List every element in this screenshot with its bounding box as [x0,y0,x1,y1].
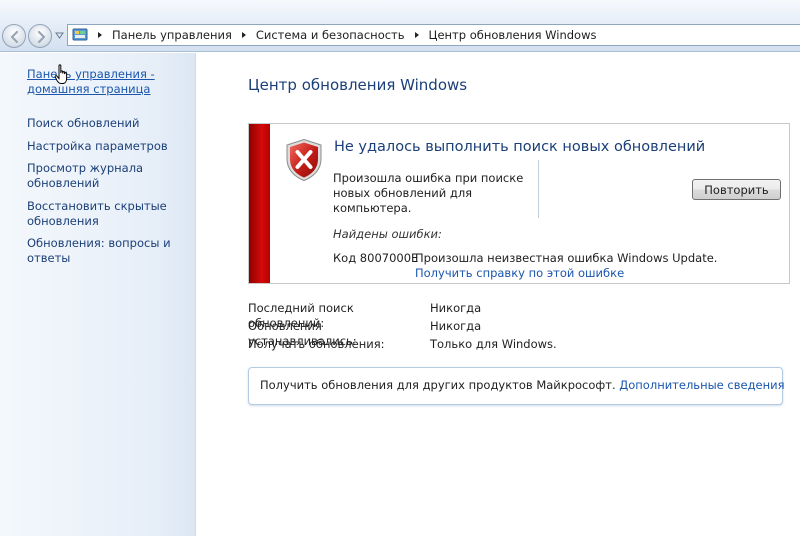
status-value: Никогда [430,301,482,315]
breadcrumb-system-security[interactable]: Система и безопасность [256,28,405,42]
sidebar-item-faq[interactable]: Обновления: вопросы и ответы [27,236,187,266]
other-products-info: Получить обновления для других продуктов… [248,367,785,405]
forward-arrow-icon [37,30,46,44]
status-value: Только для Windows. [430,337,557,351]
sidebar-item-view-history[interactable]: Просмотр журнала обновлений [27,161,187,191]
info-text: Получить обновления для других продуктов… [260,378,616,392]
status-label: Обновления устанавливались: [248,319,357,348]
error-shield-icon [286,138,322,182]
divider [538,160,539,218]
error-stripe [249,124,270,283]
error-description: Произошла ошибка при поиске новых обновл… [333,171,524,215]
update-status: Последний поиск обновлений: Никогда Обно… [248,301,557,355]
sidebar-item-check-updates[interactable]: Поиск обновлений [27,116,187,131]
sidebar-item-restore-hidden[interactable]: Восстановить скрытые обновления [27,199,187,229]
back-arrow-icon [10,30,19,44]
sidebar: Панель управления - домашняя страница По… [0,53,196,536]
error-code: Код 8007000E [333,251,419,265]
errors-found-label: Найдены ошибки: [333,227,442,241]
breadcrumb-arrow-icon[interactable] [413,31,421,39]
forward-button[interactable] [28,24,52,48]
status-label: Последний поиск обновлений: [248,301,354,330]
navigation-bar: Панель управления Система и безопасность… [0,0,800,52]
sidebar-item-change-settings[interactable]: Настройка параметров [27,139,187,154]
breadcrumb-control-panel[interactable]: Панель управления [112,28,232,42]
status-label: Получать обновления: [248,337,385,351]
breadcrumb-arrow-icon[interactable] [96,31,104,39]
hand-cursor-icon [54,64,68,84]
control-panel-icon [72,28,88,41]
error-help-link[interactable]: Получить справку по этой ошибке [415,266,624,280]
error-panel: Не удалось выполнить поиск новых обновле… [248,123,790,284]
address-bar[interactable]: Панель управления Система и безопасность… [67,24,800,46]
back-button[interactable] [2,24,26,48]
status-row: Обновления устанавливались: Никогда [248,319,557,348]
status-row: Получать обновления: Только для Windows. [248,337,557,355]
more-info-link[interactable]: Дополнительные сведения [619,378,784,392]
status-value: Никогда [430,319,482,333]
retry-button[interactable]: Повторить [692,179,781,200]
status-row: Последний поиск обновлений: Никогда [248,301,557,330]
recent-pages-dropdown-icon[interactable] [55,31,64,40]
breadcrumb-arrow-icon[interactable] [240,31,248,39]
page-title: Центр обновления Windows [248,76,468,94]
error-message: Произошла неизвестная ошибка Windows Upd… [415,251,718,265]
control-panel-home-link[interactable]: Панель управления - домашняя страница [27,67,187,97]
sidebar-tasks: Поиск обновлений Настройка параметров Пр… [27,116,187,274]
breadcrumb-windows-update[interactable]: Центр обновления Windows [429,28,597,42]
error-heading: Не удалось выполнить поиск новых обновле… [334,139,706,155]
